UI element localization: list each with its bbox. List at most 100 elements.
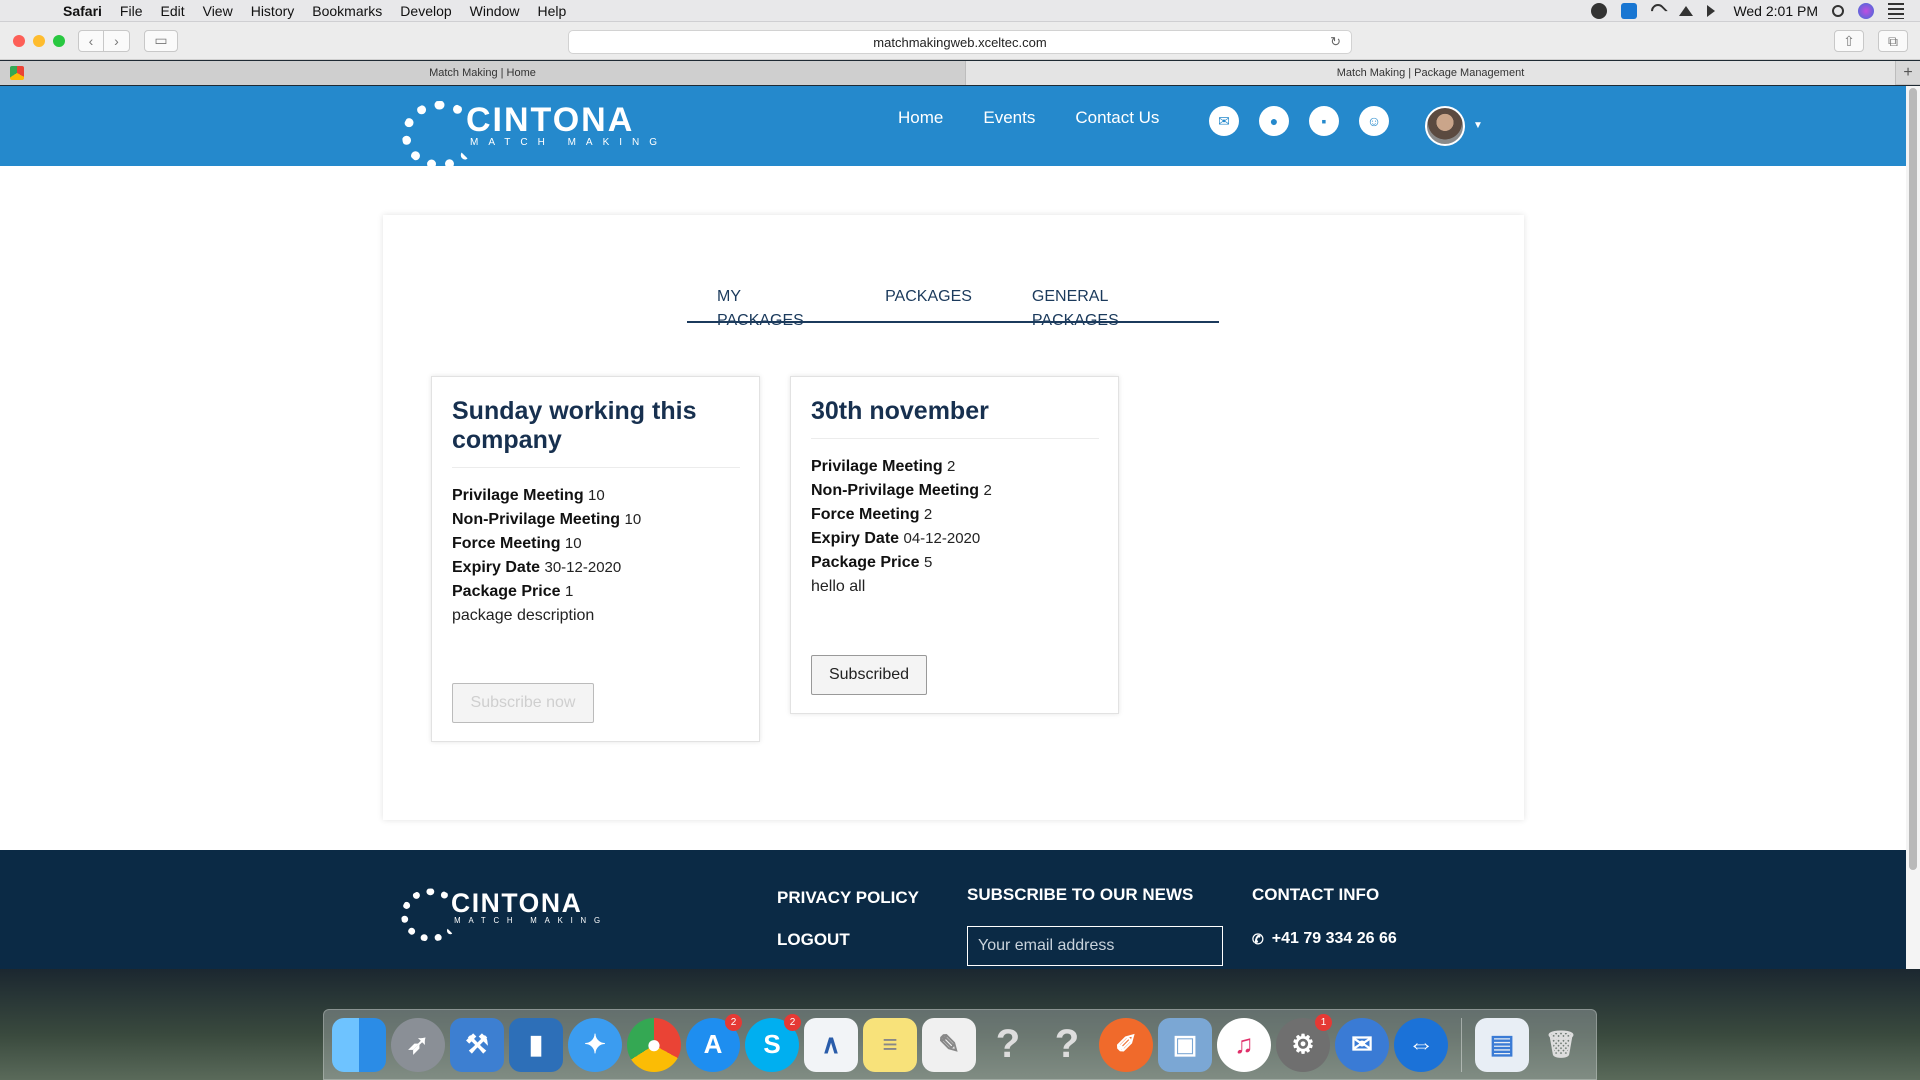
notification-center-icon[interactable] [1888,2,1904,19]
nav-contact-us[interactable]: Contact Us [1075,108,1159,128]
menu-file[interactable]: File [111,3,152,19]
minimized-window-icon[interactable]: ▤ [1475,1017,1529,1072]
menu-help[interactable]: Help [528,3,575,19]
chrome-icon[interactable]: ● [627,1017,681,1072]
teamviewer-icon[interactable]: ⇔ [1394,1017,1448,1072]
siri-icon[interactable] [1858,2,1874,19]
wifi-icon[interactable] [1648,0,1669,21]
spotlight-search-icon[interactable] [1832,4,1844,17]
package-tabs: MY PACKAGES PACKAGES GENERAL PACKAGES [687,285,1219,329]
unknown-app-icon[interactable]: ? [1040,1018,1094,1072]
chevron-down-icon[interactable]: ▼ [1473,120,1483,131]
tab-home[interactable]: Match Making | Home [0,61,966,85]
back-button[interactable]: ‹ [78,29,104,52]
nav-home[interactable]: Home [898,108,943,128]
show-tabs-button[interactable]: ⧉ [1878,30,1908,52]
browser-toolbar: ‹ › ▭ matchmakingweb.xceltec.com ↻ ⇧ ⧉ [0,22,1920,60]
menu-bookmarks[interactable]: Bookmarks [303,3,391,19]
menu-window[interactable]: Window [461,3,529,19]
contact-phone: ✆ +41 79 334 26 66 [1252,930,1397,948]
status-app-icon[interactable] [1591,2,1608,19]
macos-menu-bar: Safari File Edit View History Bookmarks … [0,0,1920,22]
minimize-window-button[interactable] [33,34,45,47]
eject-icon[interactable] [1679,5,1694,16]
footer-logo-tagline: MATCH MAKING [454,916,608,926]
sidebar-toggle-button[interactable]: ▭ [144,29,178,52]
package-description: hello all [811,578,866,595]
teamviewer-status-icon[interactable] [1621,2,1638,19]
preview-icon[interactable]: ▣ [1158,1017,1212,1072]
notes-icon[interactable]: ≡ [863,1017,917,1072]
simulator-icon[interactable]: ▮ [509,1017,563,1072]
mail-app-icon[interactable]: ✉ [1335,1017,1389,1072]
reload-icon[interactable]: ↻ [1330,34,1341,50]
bell-icon[interactable]: ● [1259,106,1289,136]
menu-develop[interactable]: Develop [391,3,460,19]
menu-view[interactable]: View [194,3,242,19]
user-request-icon[interactable]: ☺ [1359,106,1389,136]
menu-app-safari[interactable]: Safari [54,3,111,19]
menu-history[interactable]: History [242,3,304,19]
subscribe-now-button[interactable]: Subscribe now [452,683,594,723]
postman-icon[interactable]: ✐ [1099,1017,1153,1072]
menu-edit[interactable]: Edit [151,3,193,19]
package-row: Non-Privilage Meeting 2 [811,482,992,499]
tab-package-management-label: Match Making | Package Management [1336,67,1525,79]
subscribed-button[interactable]: Subscribed [811,655,927,695]
menu-status-area: Wed 2:01 PM [1591,0,1920,21]
scrollbar-thumb[interactable] [1909,88,1917,870]
app-store-badge: 2 [725,1013,742,1031]
page-scrollbar[interactable] [1906,86,1920,969]
address-bar-url: matchmakingweb.xceltec.com [873,34,1047,50]
skype-icon[interactable]: S2 [745,1013,801,1072]
package-row: Privilage Meeting 10 [452,487,605,504]
forward-button[interactable]: › [104,29,130,52]
close-window-button[interactable] [13,34,25,47]
app-store-icon[interactable]: A2 [686,1013,742,1072]
subscribe-heading: SUBSCRIBE TO OUR NEWS [967,885,1194,904]
main-nav: Home Events Contact Us [898,108,1199,128]
trash-icon[interactable]: 🗑 [1534,1018,1588,1072]
user-avatar[interactable] [1425,106,1465,146]
footer-logo[interactable]: CINTONA MATCH MAKING [398,887,608,942]
tab-package-management[interactable]: Match Making | Package Management [966,61,1896,85]
header-icons: ✉ ● ▪ ☺ [1209,106,1389,136]
nav-events[interactable]: Events [983,108,1035,128]
tab-my-packages[interactable]: MY PACKAGES [687,285,855,329]
textedit-icon[interactable]: ✎ [922,1017,976,1072]
new-tab-button[interactable]: + [1896,61,1920,84]
zoom-window-button[interactable] [53,34,65,47]
logout-link[interactable]: LOGOUT [777,930,850,950]
package-title: 30th november [811,397,1099,439]
finder-icon[interactable] [332,1017,386,1072]
package-row: Expiry Date 30-12-2020 [452,559,622,576]
share-button[interactable]: ⇧ [1834,30,1864,52]
xcode-icon[interactable]: ⚒ [450,1017,504,1072]
tab-packages[interactable]: PACKAGES [855,285,1002,321]
package-management-panel: MY PACKAGES PACKAGES GENERAL PACKAGES Su… [383,215,1524,820]
itunes-icon[interactable]: ♫ [1217,1017,1271,1072]
cintona-logo-icon [398,887,461,942]
mail-icon[interactable]: ✉ [1209,106,1239,136]
package-row: Privilage Meeting 2 [811,458,956,475]
phone-icon: ✆ [1252,930,1264,947]
header-logo[interactable]: CINTONA MATCH MAKING [398,99,667,169]
chat-icon[interactable]: ▪ [1309,106,1339,136]
volume-icon[interactable] [1707,4,1719,17]
menu-clock[interactable]: Wed 2:01 PM [1733,3,1818,19]
tab-home-label: Match Making | Home [429,67,536,79]
safari-icon[interactable]: ✦ [568,1017,622,1072]
contact-info-heading: CONTACT INFO [1252,885,1380,904]
launchpad-icon[interactable]: ➶ [391,1017,445,1072]
newsletter-email-input[interactable] [967,926,1223,966]
page-viewport: CINTONA MATCH MAKING Home Events Contact… [0,86,1906,969]
package-row: Non-Privilage Meeting 10 [452,511,642,528]
logo-name: CINTONA [466,101,635,139]
unknown-app-icon[interactable]: ? [981,1018,1035,1072]
privacy-policy-link[interactable]: PRIVACY POLICY [777,888,919,908]
address-bar[interactable]: matchmakingweb.xceltec.com ↻ [568,30,1352,54]
package-row: Package Price 5 [811,554,933,571]
vs-code-style-editor-icon[interactable]: ∧ [804,1017,858,1072]
tab-general-packages[interactable]: GENERAL PACKAGES [1002,285,1219,329]
system-preferences-icon[interactable]: ⚙ 1 [1276,1013,1332,1072]
